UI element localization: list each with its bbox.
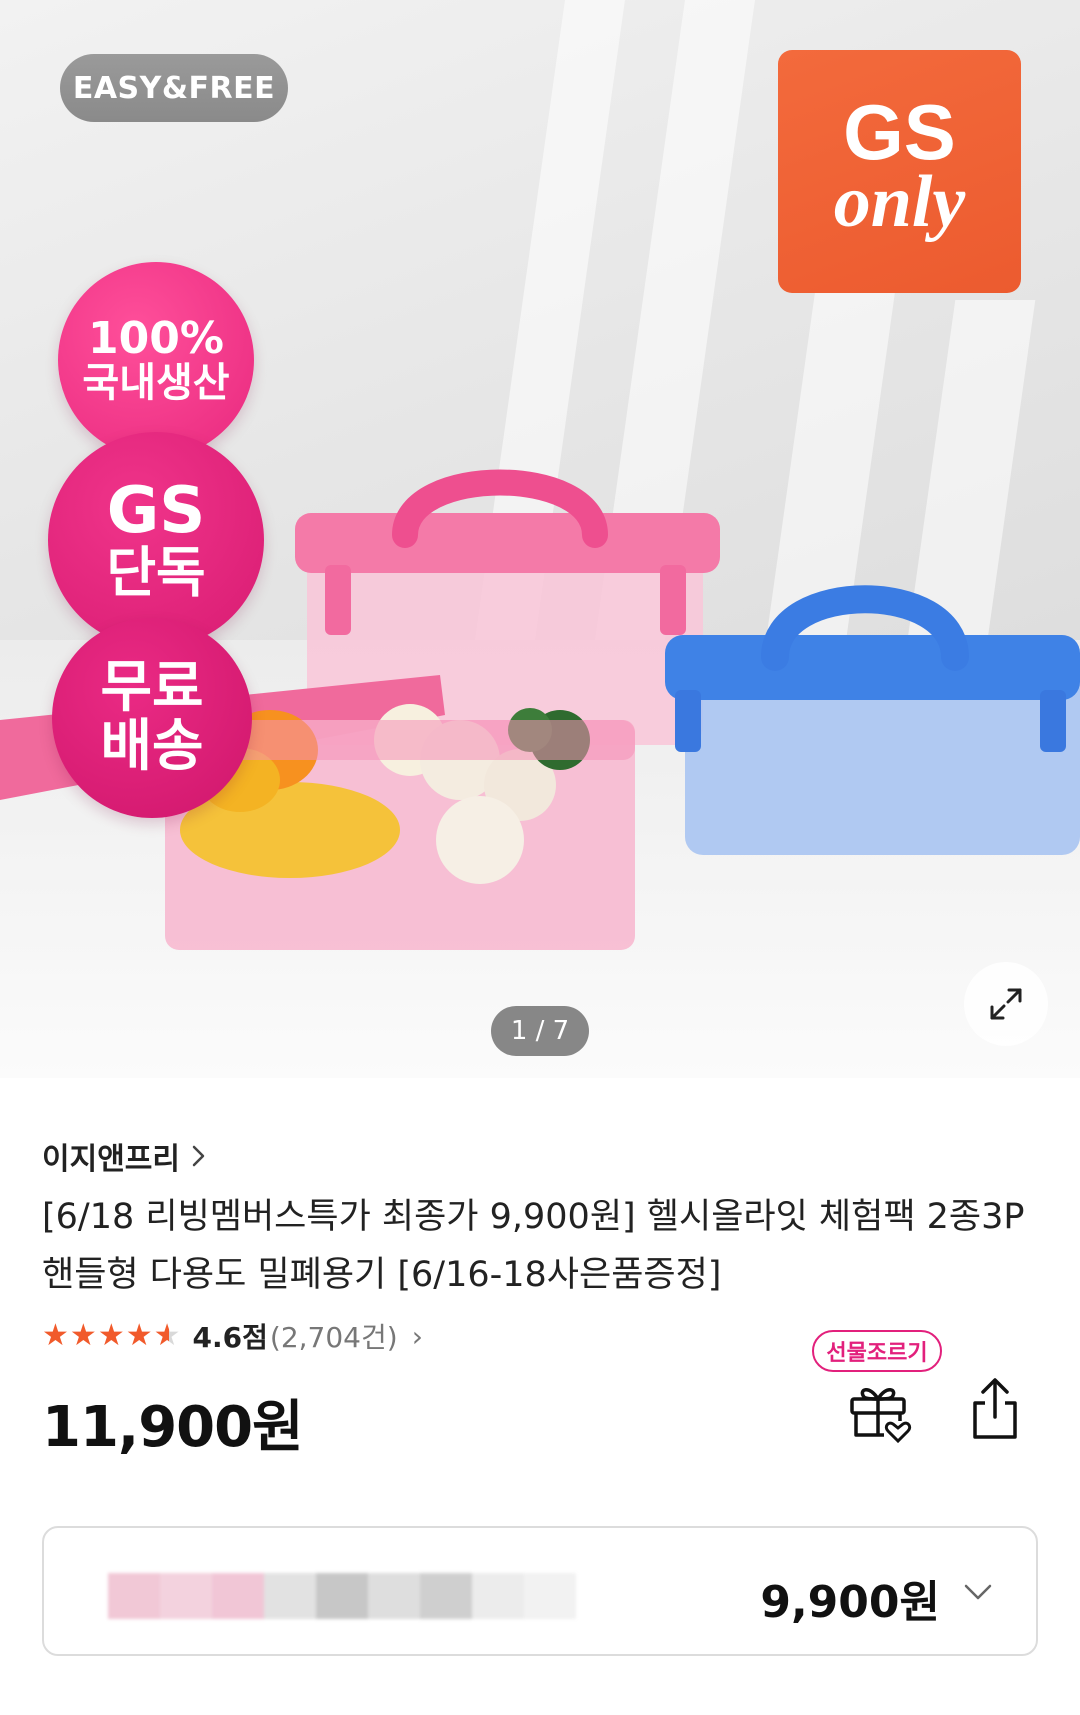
rating-score: 4.6점 [192,1321,268,1354]
badge-gs-line2: 단독 [106,541,206,605]
product-image-carousel[interactable]: EASY&FREE GS only 100% 국내생산 GS 단독 무료 배송 … [0,0,1080,1078]
option-select[interactable]: 9,900원 [42,1526,1038,1656]
brand-name: 이지앤프리 [42,1142,180,1177]
gs-only-bottom: only [833,160,966,243]
review-chevron-icon: › [411,1319,423,1353]
rating-stars: ★ ★ ★ ★ ★ [42,1321,181,1351]
review-count: (2,704건) [269,1321,398,1354]
gift-request-badge[interactable]: 선물조르기 [812,1330,942,1372]
badge-gs-line1: GS [106,474,206,549]
gs-only-badge: GS only [778,50,1021,293]
blue-container [665,585,1080,855]
star-full-icon: ★ [125,1318,153,1353]
badge-domestic: 100% 국내생산 [58,262,254,458]
brand-link[interactable]: 이지앤프리 [42,1134,208,1178]
star-full-icon: ★ [42,1318,69,1353]
badge-free-shipping: 무료 배송 [52,618,252,818]
expand-arrows-icon [990,988,1022,1020]
gs-only-top: GS [843,87,956,176]
product-title: [6/18 리빙멤버스특가 최종가 9,900원] 헬시올라잇 체험팩 2종3P… [42,1197,1025,1295]
badge-shipping-line1: 무료 [100,655,204,721]
badge-shipping-line2: 배송 [100,714,204,779]
star-full-icon: ★ [97,1318,125,1353]
share-button[interactable] [967,1375,1023,1441]
star-half-icon: ★ [153,1318,181,1353]
chevron-down-icon [964,1584,992,1600]
brand-logo: EASY&FREE [60,54,288,122]
share-icon [973,1378,1017,1439]
badge-domestic-line2: 국내생산 [82,360,230,407]
image-counter: 1 / 7 [491,1006,589,1056]
star-full-icon: ★ [69,1318,97,1353]
chevron-right-icon [192,1145,205,1167]
badge-domestic-line1: 100% [88,312,224,364]
rating-summary[interactable]: ★ ★ ★ ★ ★ 4.6점 (2,704건) › [42,1316,423,1356]
option-name-redacted [108,1573,576,1619]
badge-gs-exclusive: GS 단독 [48,432,264,648]
gift-heart-icon [850,1388,912,1444]
option-price: 9,900원 [760,1577,940,1628]
expand-image-button[interactable] [964,962,1048,1046]
gift-button[interactable] [846,1375,914,1444]
product-price: 11,900원 [42,1395,304,1460]
